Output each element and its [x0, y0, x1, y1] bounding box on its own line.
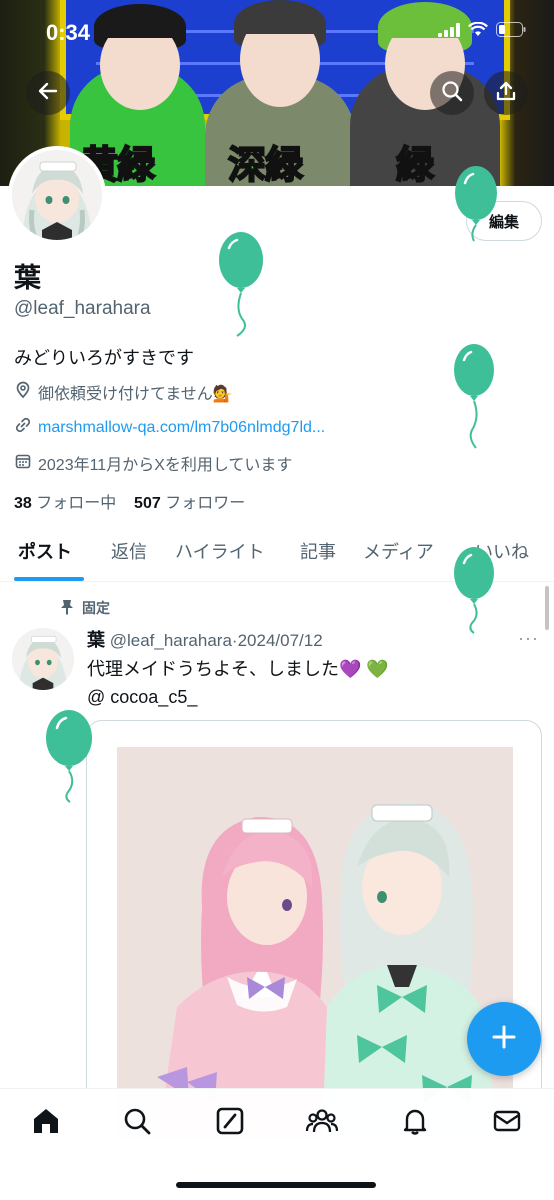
tab-highlights[interactable]: ハイライト: [175, 538, 265, 564]
nav-messages[interactable]: [487, 1103, 527, 1143]
pinned-label: 固定: [82, 600, 110, 616]
post-author-name[interactable]: 葉: [87, 630, 105, 650]
profile-avatar[interactable]: [8, 146, 106, 244]
status-bar: 0:34: [0, 0, 554, 60]
avatar-illustration-small: [12, 628, 74, 690]
nav-communities[interactable]: [302, 1103, 342, 1143]
share-icon: [495, 80, 517, 107]
post-date[interactable]: 2024/07/12: [238, 631, 323, 650]
avatar-illustration: [12, 150, 102, 240]
profile-handle: @leaf_harahara: [14, 298, 151, 319]
active-tab-indicator: [14, 577, 84, 581]
post-media[interactable]: [86, 720, 542, 1140]
balloon-decoration-2: [455, 166, 497, 242]
search-icon: [441, 80, 463, 107]
profile-bio: みどりいろがすきです: [14, 348, 194, 368]
follow-stats: 38 フォロー中 507 フォロワー: [14, 489, 245, 513]
profile-link[interactable]: marshmallow-qa.com/lm7b06nlmdg7ld...: [38, 419, 325, 437]
post-text: 代理メイドうちよそ、しました💜 💚 @ cocoa_c5_: [87, 655, 389, 711]
balloon-decoration-4: [454, 547, 494, 634]
nav-grok[interactable]: [210, 1103, 250, 1143]
location-pin-icon: [14, 381, 32, 404]
home-icon: [31, 1106, 61, 1141]
nav-explore[interactable]: [117, 1103, 157, 1143]
post-header: 葉 @leaf_harahara·2024/07/12: [87, 626, 323, 652]
arrow-left-icon: [37, 80, 59, 107]
balloon-decoration-5: [46, 710, 92, 803]
communities-icon: [305, 1106, 339, 1141]
post-author-avatar[interactable]: [12, 628, 74, 690]
tab-posts[interactable]: ポスト: [18, 538, 72, 564]
followers-label: フォロワー: [165, 495, 246, 512]
status-time: 0:34: [46, 20, 91, 45]
pinned-indicator: 固定: [60, 598, 110, 618]
post-more-button[interactable]: ···: [518, 628, 539, 649]
share-button[interactable]: [484, 71, 528, 115]
scrollbar[interactable]: [545, 586, 549, 630]
profile-link-row: marshmallow-qa.com/lm7b06nlmdg7ld...: [14, 416, 325, 439]
profile-name: 葉: [14, 263, 41, 293]
followers-link[interactable]: 507 フォロワー: [134, 495, 245, 512]
followers-count: 507: [134, 495, 161, 512]
balloon-decoration-3: [454, 344, 494, 449]
nav-notifications[interactable]: [395, 1103, 435, 1143]
following-label: フォロー中: [36, 495, 117, 512]
compose-post-button[interactable]: [467, 1002, 541, 1076]
signal-icon: [438, 22, 460, 42]
following-count: 38: [14, 495, 32, 512]
profile-location-row: 御依頼受け付けてません💁: [14, 380, 233, 404]
banner-tag-2: 深緑: [227, 142, 304, 186]
search-profile-button[interactable]: [430, 71, 474, 115]
back-button[interactable]: [26, 71, 70, 115]
calendar-icon: [14, 452, 32, 475]
post-text-line-1: 代理メイドうちよそ、しました💜 💚: [87, 659, 389, 679]
nav-home[interactable]: [26, 1103, 66, 1143]
balloon-decoration-1: [219, 232, 263, 337]
profile-joined: 2023年11月からXを利用しています: [38, 457, 293, 474]
tab-replies[interactable]: 返信: [111, 538, 147, 564]
banner-tag-3: 緑: [395, 142, 435, 186]
plus-icon: [490, 1023, 518, 1056]
link-icon: [14, 416, 32, 439]
tab-media[interactable]: メディア: [363, 538, 434, 564]
tab-articles[interactable]: 記事: [300, 538, 336, 564]
home-indicator[interactable]: [176, 1182, 376, 1188]
post-media-image: [117, 747, 513, 1139]
post-mention[interactable]: @ cocoa_c5_: [87, 683, 389, 711]
battery-icon: [496, 22, 526, 42]
bell-icon: [400, 1106, 430, 1141]
pin-icon: [60, 599, 74, 618]
following-link[interactable]: 38 フォロー中: [14, 495, 116, 512]
post-author-handle[interactable]: @leaf_harahara: [110, 631, 232, 650]
more-dots-icon: ···: [518, 628, 539, 648]
wifi-icon: [468, 21, 488, 42]
grok-icon: [215, 1106, 245, 1141]
mail-icon: [492, 1106, 522, 1141]
search-icon: [122, 1106, 152, 1141]
profile-joined-row: 2023年11月からXを利用しています: [14, 451, 292, 475]
profile-location: 御依頼受け付けてません💁: [38, 386, 233, 403]
